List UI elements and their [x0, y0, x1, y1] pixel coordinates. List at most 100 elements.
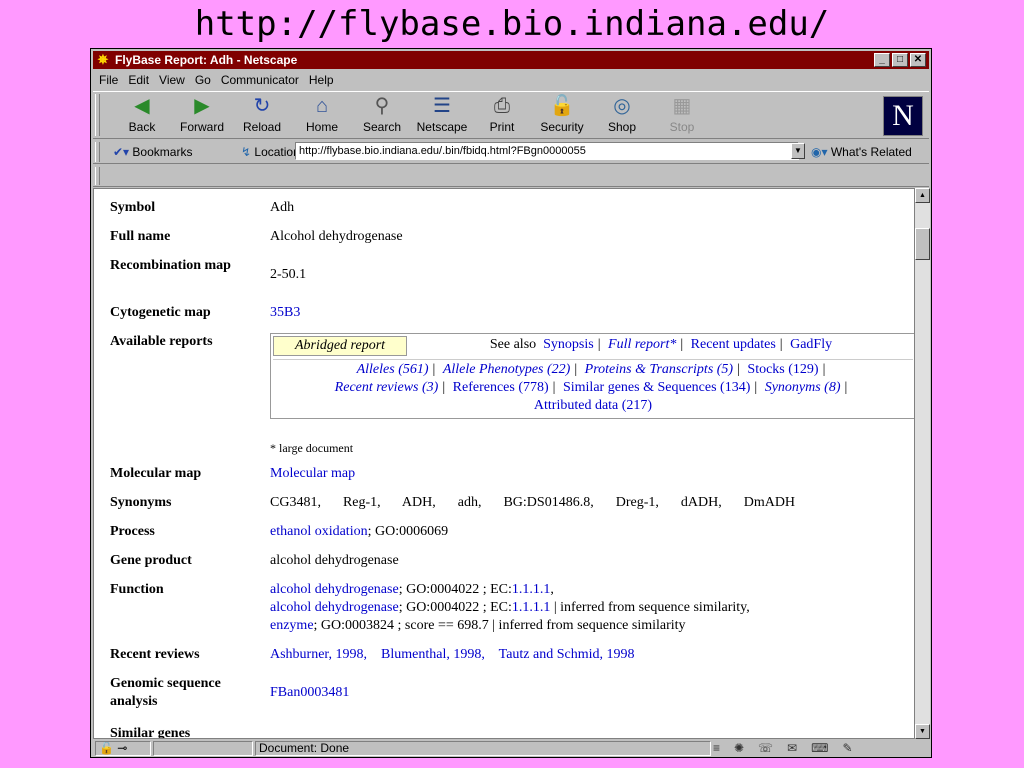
- menu-communicator[interactable]: Communicator: [217, 71, 303, 89]
- print-button[interactable]: ⎙ Print: [473, 94, 531, 136]
- close-button[interactable]: ✕: [910, 53, 926, 67]
- row-molecular-map: Molecular map Molecular map: [110, 465, 900, 487]
- row-gene-product: Gene product alcohol dehydrogenase: [110, 553, 399, 568]
- stocks-link[interactable]: Stocks (129): [747, 362, 818, 377]
- synopsis-link[interactable]: Synopsis: [543, 337, 594, 352]
- minimize-button[interactable]: _: [874, 53, 890, 67]
- enzyme-link[interactable]: enzyme: [270, 618, 314, 633]
- back-button[interactable]: ◀ Back: [113, 94, 171, 136]
- row-full-name: Full name Alcohol dehydrogenase: [110, 229, 403, 244]
- slide-title: http://flybase.bio.indiana.edu/: [194, 4, 830, 44]
- component-bar-icons[interactable]: ≡✺☏✉⌨✎: [713, 741, 867, 756]
- personal-toolbar-grip[interactable]: [95, 167, 100, 185]
- netscape-logo-icon: ✵: [97, 52, 109, 67]
- toolbar-grip[interactable]: [95, 94, 100, 136]
- location-toolbar: ✔▾ Bookmarks ↯ Location: http://flybase.…: [93, 140, 929, 164]
- proteins-transcripts-link[interactable]: Proteins & Transcripts (5): [585, 362, 733, 377]
- full-report-link[interactable]: Full report*: [608, 337, 676, 352]
- netscape-window: ✵ FlyBase Report: Adh - Netscape _ □ ✕ F…: [90, 48, 932, 758]
- report-links: Alleles (561) | Allele Phenotypes (22) | P…: [273, 359, 913, 415]
- menu-help[interactable]: Help: [305, 71, 338, 89]
- location-dropdown-button[interactable]: ▼: [791, 143, 805, 159]
- menu-view[interactable]: View: [155, 71, 189, 89]
- row-function: Function alcohol dehydrogenase; GO:00040…: [110, 582, 750, 633]
- cytogenetic-link[interactable]: 35B3: [270, 304, 910, 322]
- netscape-icon: ☰: [433, 95, 451, 117]
- netscape-button[interactable]: ☰ Netscape: [413, 94, 471, 136]
- review-ashburner-link[interactable]: Ashburner, 1998,: [270, 647, 367, 662]
- review-blumenthal-link[interactable]: Blumenthal, 1998,: [381, 647, 485, 662]
- ec-link-1[interactable]: 1.1.1.1: [512, 582, 551, 597]
- alcohol-dehydrogenase-link-1[interactable]: alcohol dehydrogenase: [270, 582, 399, 597]
- whats-related-button[interactable]: ◉▾ What's Related: [811, 144, 912, 160]
- gadfly-link[interactable]: GadFly: [790, 337, 832, 352]
- ethanol-oxidation-link[interactable]: ethanol oxidation: [270, 524, 368, 539]
- forward-button[interactable]: ▶ Forward: [173, 94, 231, 136]
- allele-phenotypes-link[interactable]: Allele Phenotypes (22): [443, 362, 571, 377]
- molecular-map-link[interactable]: Molecular map: [270, 465, 910, 483]
- search-icon: ⚲: [374, 95, 390, 117]
- row-similar-genes: Similar genes: [110, 726, 191, 739]
- security-button[interactable]: 🔓 Security: [533, 94, 591, 136]
- search-button[interactable]: ⚲ Search: [353, 94, 411, 136]
- progress-cell: [153, 741, 253, 756]
- chevron-down-icon: ▼: [794, 146, 802, 155]
- vertical-scrollbar[interactable]: ▲ ▼: [915, 188, 930, 739]
- status-text: Document: Done: [255, 741, 711, 756]
- connection-icon: 🔓 ⊸: [99, 741, 128, 755]
- window-title: FlyBase Report: Adh - Netscape: [115, 53, 298, 67]
- row-recombination-map: Recombination map 2-50.1: [110, 258, 307, 282]
- navigation-toolbar: ◀ Back ▶ Forward ↻ Reload ⌂ Home ⚲ Searc…: [93, 91, 929, 139]
- location-input[interactable]: http://flybase.bio.indiana.edu/.bin/fbid…: [295, 142, 799, 160]
- scroll-up-button[interactable]: ▲: [915, 188, 930, 203]
- recent-updates-link[interactable]: Recent updates: [691, 337, 776, 352]
- row-synonyms: Synonyms CG3481, Reg-1, ADH, adh, BG:DS0…: [110, 495, 796, 510]
- see-also-links: See also Synopsis | Full report* | Recent …: [489, 337, 833, 352]
- lock-icon: 🔓: [549, 95, 575, 117]
- reload-button[interactable]: ↻ Reload: [233, 94, 291, 136]
- locbar-grip[interactable]: [95, 142, 100, 162]
- abridged-report-tab[interactable]: Abridged report: [273, 336, 407, 356]
- row-symbol: Symbol Adh: [110, 200, 295, 215]
- row-genomic-sequence: Genomic sequence analysis FBan0003481: [110, 675, 900, 715]
- stop-icon: ▦: [672, 95, 692, 117]
- print-icon: ⎙: [494, 95, 510, 117]
- back-arrow-icon: ◀: [134, 95, 150, 117]
- title-bar[interactable]: ✵ FlyBase Report: Adh - Netscape _ □ ✕: [93, 51, 929, 69]
- references-link[interactable]: References (778): [453, 380, 549, 395]
- review-tautz-link[interactable]: Tautz and Schmid, 1998: [499, 647, 635, 662]
- alleles-link[interactable]: Alleles (561): [357, 362, 429, 377]
- bookmarks-icon: ✔▾: [113, 145, 130, 159]
- ec-link-2[interactable]: 1.1.1.1: [512, 600, 551, 615]
- genomic-sequence-link[interactable]: FBan0003481: [270, 684, 910, 702]
- stop-button[interactable]: ▦ Stop: [653, 94, 711, 136]
- alcohol-dehydrogenase-link-2[interactable]: alcohol dehydrogenase: [270, 600, 399, 615]
- personal-toolbar: [93, 165, 929, 187]
- forward-arrow-icon: ▶: [194, 95, 210, 117]
- menu-go[interactable]: Go: [191, 71, 215, 89]
- attributed-data-link[interactable]: Attributed data (217): [534, 398, 652, 413]
- home-button[interactable]: ⌂ Home: [293, 94, 351, 136]
- status-bar: 🔓 ⊸ Document: Done ≡✺☏✉⌨✎: [93, 740, 929, 757]
- similar-genes-link[interactable]: Similar genes & Sequences (134): [563, 380, 750, 395]
- reload-icon: ↻: [253, 95, 271, 117]
- menu-edit[interactable]: Edit: [124, 71, 153, 89]
- large-document-note: * large document: [270, 441, 354, 455]
- synonyms-link[interactable]: Synonyms (8): [765, 380, 841, 395]
- row-process: Process ethanol oxidation; GO:0006069: [110, 524, 449, 539]
- location-icon: ↯: [241, 145, 252, 159]
- scroll-down-button[interactable]: ▼: [915, 724, 930, 739]
- menu-file[interactable]: File: [95, 71, 122, 89]
- row-recent-reviews: Recent reviews Ashburner, 1998, Blumenth…: [110, 647, 635, 662]
- scroll-thumb[interactable]: [915, 228, 930, 260]
- recent-reviews-link[interactable]: Recent reviews (3): [335, 380, 439, 395]
- netscape-n-logo[interactable]: N: [883, 96, 923, 136]
- chevron-up-icon: ▲: [919, 192, 926, 199]
- maximize-button[interactable]: □: [892, 53, 908, 67]
- connection-status: 🔓 ⊸: [95, 741, 151, 756]
- page-content: Symbol Adh Full name Alcohol dehydrogena…: [93, 188, 915, 739]
- shop-button[interactable]: ◎ Shop: [593, 94, 651, 136]
- reports-box: Abridged report See also Synopsis | Full …: [270, 333, 914, 419]
- home-icon: ⌂: [315, 95, 329, 117]
- bookmarks-button[interactable]: ✔▾ Bookmarks: [113, 144, 192, 160]
